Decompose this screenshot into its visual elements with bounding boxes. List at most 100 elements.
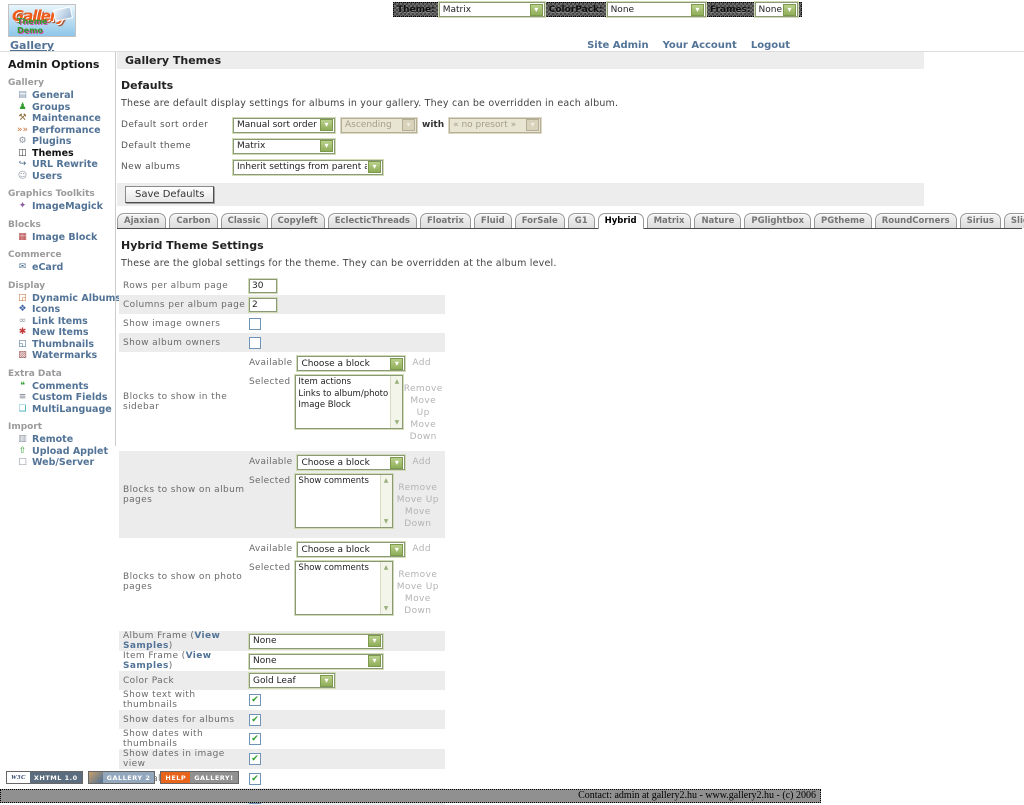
theme-tab[interactable]: Ajaxian	[117, 213, 166, 228]
album-blocks-selected-list[interactable]: Show comments ▲ ▼	[295, 474, 392, 528]
move-up-link[interactable]: Move Up	[403, 395, 443, 419]
sidebar-item[interactable]: ☺ Users	[8, 171, 115, 183]
item-frame-select[interactable]: None ▾	[249, 654, 383, 669]
theme-tab[interactable]: PGtheme	[814, 213, 872, 228]
sidebar-item[interactable]: ♟ Groups	[8, 102, 115, 114]
sidebar-item[interactable]: ▦ Image Block	[8, 232, 115, 244]
theme-tab[interactable]: ForSale	[515, 213, 565, 228]
show-dates-albums-checkbox[interactable]: ✔	[249, 714, 261, 726]
album-blocks-available-select[interactable]: Choose a block ▾	[297, 455, 405, 470]
scroll-up-icon[interactable]: ▲	[395, 378, 400, 385]
scroll-up-icon[interactable]: ▲	[384, 564, 389, 571]
theme-tab[interactable]: Carbon	[169, 213, 217, 228]
add-link[interactable]: Add	[412, 455, 431, 467]
move-up-link[interactable]: Move Up	[393, 494, 443, 506]
sidebar-item[interactable]: ❏ MultiLanguage	[8, 404, 115, 416]
theme-tab[interactable]: Hybrid	[598, 213, 644, 229]
scroll-down-icon[interactable]: ▼	[384, 605, 389, 612]
add-link[interactable]: Add	[412, 542, 431, 554]
list-item[interactable]: Item actions	[298, 377, 389, 389]
theme-tab[interactable]: Copyleft	[271, 213, 325, 228]
theme-tab[interactable]: Fluid	[474, 213, 512, 228]
theme-tab[interactable]: Floatrix	[420, 213, 471, 228]
theme-tab[interactable]: RoundCorners	[875, 213, 957, 228]
scroll-up-icon[interactable]: ▲	[384, 477, 389, 484]
theme-tab[interactable]: G1	[568, 213, 595, 228]
scroll-down-icon[interactable]: ▼	[384, 518, 389, 525]
save-defaults-button[interactable]: Save Defaults	[125, 186, 214, 203]
default-theme-select[interactable]: Matrix ▾	[233, 139, 335, 154]
sidebar-item[interactable]: ⇧ Upload Applet	[8, 446, 115, 458]
sidebar-item[interactable]: ◲ Dynamic Albums	[8, 293, 115, 305]
sidebar-item[interactable]: ◱ Thumbnails	[8, 339, 115, 351]
sidebar-item[interactable]: ✦ ImageMagick	[8, 201, 115, 213]
theme-select[interactable]: Matrix ▾	[439, 2, 545, 17]
rows-per-page-input[interactable]	[249, 279, 277, 293]
move-down-link[interactable]: Move Down	[393, 506, 443, 530]
account-link[interactable]: Site Admin	[587, 40, 649, 51]
remove-link[interactable]: Remove	[403, 383, 443, 395]
theme-tab[interactable]: Matrix	[647, 213, 692, 228]
sidebar-item[interactable]: ❝ Comments	[8, 381, 115, 393]
sidebar-item[interactable]: ≡ Custom Fields	[8, 392, 115, 404]
add-link[interactable]: Add	[412, 356, 431, 368]
sidebar-item[interactable]: ↪ URL Rewrite	[8, 159, 115, 171]
sidebar-item[interactable]: ∞ Link Items	[8, 316, 115, 328]
theme-tab[interactable]: EclecticThreads	[328, 213, 417, 228]
theme-tab[interactable]: Classic	[221, 213, 268, 228]
show-dates-thumbnails-checkbox[interactable]: ✔	[249, 733, 261, 745]
sidebar-item[interactable]: »» Performance	[8, 125, 115, 137]
columns-per-page-input[interactable]	[249, 298, 277, 312]
theme-tab[interactable]: Nature	[694, 213, 741, 228]
sidebar-item[interactable]: ✉ eCard	[8, 262, 115, 274]
photo-blocks-available-select[interactable]: Choose a block ▾	[297, 542, 405, 557]
list-item[interactable]: Show comments	[298, 476, 378, 488]
sidebar-item[interactable]: ⚙ Plugins	[8, 136, 115, 148]
gallery-logo[interactable]: Gallery Theme Demo	[8, 4, 76, 37]
sidebar-item[interactable]: ⚒ Maintenance	[8, 113, 115, 125]
sidebar-item[interactable]: □ Web/Server	[8, 457, 115, 469]
show-dates-image-view-checkbox[interactable]: ✔	[249, 753, 261, 765]
sidebar-item-icon: ✦	[16, 201, 29, 213]
new-albums-select[interactable]: Inherit settings from parent album ▾	[233, 160, 383, 175]
show-album-owners-checkbox[interactable]	[249, 337, 261, 349]
list-item[interactable]: Links to album/photo peers	[298, 389, 389, 401]
w3c-xhtml-badge[interactable]: W3C XHTML 1.0	[6, 771, 83, 784]
show-album-sizes-checkbox[interactable]: ✔	[249, 773, 261, 785]
list-item[interactable]: Show comments	[298, 563, 378, 575]
sidebar-blocks-available-select[interactable]: Choose a block ▾	[297, 356, 405, 371]
list-scrollbar[interactable]: ▲ ▼	[380, 475, 392, 527]
list-scrollbar[interactable]: ▲ ▼	[390, 376, 402, 428]
color-pack-select[interactable]: Gold Leaf ▾	[249, 673, 335, 688]
photo-blocks-selected-list[interactable]: Show comments ▲ ▼	[295, 561, 392, 615]
account-link[interactable]: Your Account	[663, 40, 737, 51]
move-down-link[interactable]: Move Down	[403, 419, 443, 443]
help-gallery-badge[interactable]: HELP GALLERY!	[160, 771, 238, 784]
theme-tab[interactable]: Sirius	[960, 213, 1001, 228]
theme-tab[interactable]: Slider	[1004, 213, 1024, 228]
list-scrollbar[interactable]: ▲ ▼	[380, 562, 392, 614]
sidebar-blocks-selected-list[interactable]: Item actions Links to album/photo peers …	[295, 375, 403, 429]
sort-order-select[interactable]: Manual sort order ▾	[233, 118, 335, 133]
move-up-link[interactable]: Move Up	[393, 581, 443, 593]
colorpack-select[interactable]: None ▾	[607, 2, 706, 17]
sidebar-item[interactable]: ◫ Themes	[8, 148, 115, 160]
sidebar-item[interactable]: ▨ Watermarks	[8, 350, 115, 362]
frames-select[interactable]: None ▾	[755, 2, 798, 17]
account-link[interactable]: Logout	[751, 40, 790, 51]
album-frame-select[interactable]: None ▾	[249, 634, 383, 649]
remove-link[interactable]: Remove	[393, 482, 443, 494]
sidebar-item[interactable]: ▤ General	[8, 90, 115, 102]
show-text-thumbnails-checkbox[interactable]: ✔	[249, 694, 261, 706]
move-down-link[interactable]: Move Down	[393, 593, 443, 617]
sidebar-item[interactable]: ▥ Remote	[8, 434, 115, 446]
sidebar-item[interactable]: ❖ Icons	[8, 304, 115, 316]
scroll-down-icon[interactable]: ▼	[395, 419, 400, 426]
sidebar-item-icon: ✉	[16, 262, 29, 274]
sidebar-item[interactable]: ✱ New Items	[8, 327, 115, 339]
list-item[interactable]: Image Block	[298, 400, 389, 412]
theme-tab[interactable]: PGlightbox	[744, 213, 811, 228]
remove-link[interactable]: Remove	[393, 569, 443, 581]
gallery2-badge[interactable]: GALLERY 2	[88, 771, 156, 784]
show-image-owners-checkbox[interactable]	[249, 318, 261, 330]
